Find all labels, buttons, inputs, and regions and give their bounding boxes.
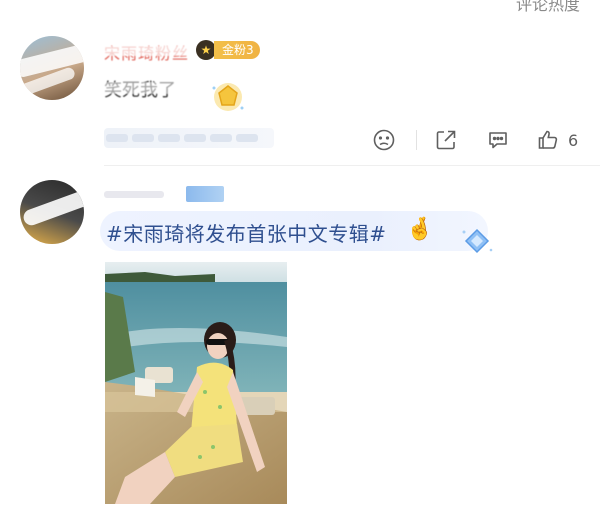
crown-icon: ★ <box>196 40 216 60</box>
comment-divider <box>104 165 600 166</box>
share-button[interactable] <box>434 128 458 152</box>
avatar[interactable] <box>20 180 84 244</box>
dislike-button[interactable] <box>372 128 396 152</box>
hashtag-link[interactable]: #宋雨琦将发布首张中文专辑# <box>106 218 387 247</box>
reply-button[interactable] <box>486 128 510 152</box>
comment-text: 笑死我了 <box>104 76 200 102</box>
diamond-icon <box>462 228 493 254</box>
fan-level-badge[interactable]: 金粉3 <box>214 41 260 59</box>
like-button[interactable]: 6 <box>536 128 578 152</box>
attached-photo[interactable] <box>105 262 287 504</box>
crossed-fingers-emoji: 🤞 <box>406 217 434 242</box>
username[interactable] <box>104 184 244 204</box>
action-separator <box>416 130 417 150</box>
sad-face-icon <box>373 129 395 151</box>
thumbs-up-icon <box>538 130 558 149</box>
sort-by-hot-link[interactable]: 评论热度 <box>516 0 580 15</box>
username[interactable]: 宋雨琦粉丝 <box>104 40 189 64</box>
share-icon <box>436 130 456 150</box>
medal-icon <box>212 83 244 111</box>
like-count: 6 <box>568 130 579 150</box>
blurred-reply-preview <box>104 128 274 148</box>
comment-icon <box>489 132 507 149</box>
avatar[interactable] <box>20 36 84 100</box>
